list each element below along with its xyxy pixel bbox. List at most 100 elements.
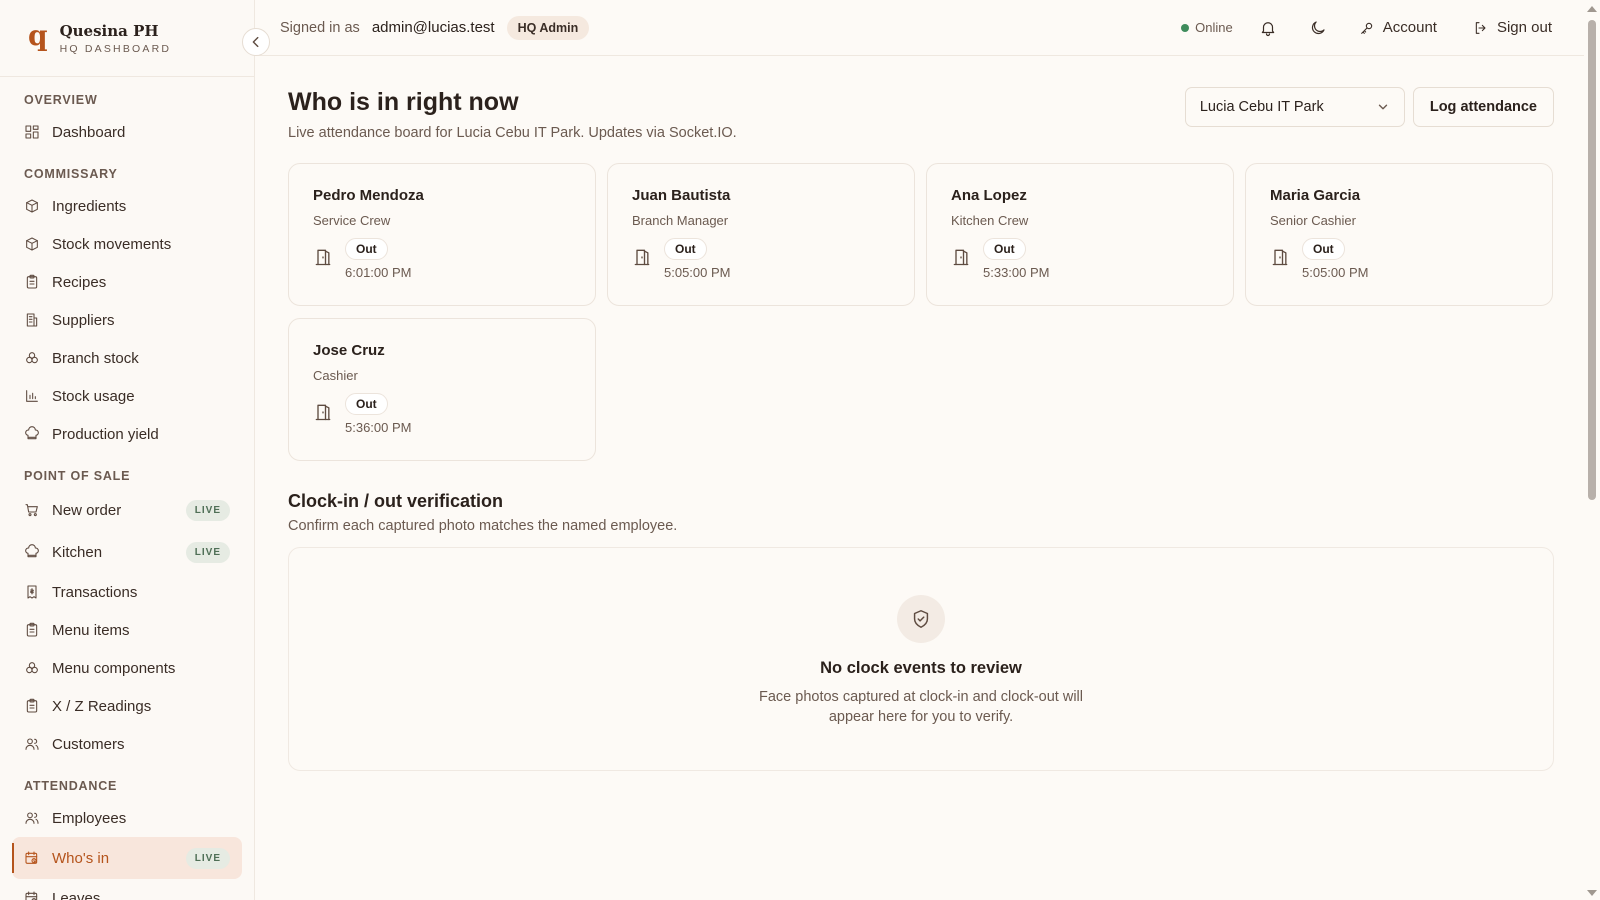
sidebar-item-label: Menu components <box>52 659 176 677</box>
role-badge: HQ Admin <box>506 15 590 40</box>
sidebar-item-label: Employees <box>52 809 127 827</box>
employee-status: Out 5:05:00 PM <box>1270 238 1528 280</box>
theme-toggle-button[interactable] <box>1309 19 1327 37</box>
status-badge: Out <box>1302 238 1345 260</box>
clipboard-icon <box>26 698 38 713</box>
door-open-icon <box>953 249 969 266</box>
sidebar-item-label: Kitchen <box>52 543 103 561</box>
chevron-down-icon <box>1378 104 1388 110</box>
brand[interactable]: q Quesina PH HQ DASHBOARD <box>0 0 254 77</box>
brand-name: Quesina PH <box>59 21 159 40</box>
sidebar-item-production-yield[interactable]: Production yield <box>12 415 242 453</box>
brand-logo: q <box>28 19 48 52</box>
chevron-left-icon <box>252 36 259 48</box>
online-dot-icon <box>1181 23 1190 32</box>
sidebar-item-label: Transactions <box>52 583 138 601</box>
verification-subtitle: Confirm each captured photo matches the … <box>288 518 678 534</box>
employee-role: Senior Cashier <box>1270 213 1356 228</box>
door-open-icon <box>315 249 331 266</box>
status-badge: Out <box>983 238 1026 260</box>
sidebar-item-branch-stock[interactable]: Branch stock <box>12 339 242 377</box>
status-badge: Out <box>345 393 388 415</box>
sidebar-item-label: Ingredients <box>52 197 127 215</box>
employee-role: Cashier <box>313 368 358 383</box>
sidebar-item-menu-components[interactable]: Menu components <box>12 649 242 687</box>
employee-card: Juan Bautista Branch Manager Out 5:05:00 PM <box>607 163 915 306</box>
sidebar-item-label: Production yield <box>52 425 159 443</box>
bar-chart-icon <box>26 390 38 402</box>
sidebar-item-stock-movements[interactable]: Stock movements <box>12 225 242 263</box>
status-time: 5:05:00 PM <box>1302 265 1369 280</box>
employee-name: Juan Bautista <box>632 187 731 204</box>
sidebar-section-title: COMMISSARY <box>24 167 118 181</box>
calendar-clock-icon <box>25 851 38 864</box>
sidebar-item-customers[interactable]: Customers <box>12 725 242 763</box>
topbar: Signed in as admin@lucias.test HQ Admin … <box>256 0 1600 56</box>
sidebar-item-menu-items[interactable]: Menu items <box>12 611 242 649</box>
dashboard-icon <box>25 125 39 139</box>
employee-name: Ana Lopez <box>951 187 1027 204</box>
sidebar-item-label: Suppliers <box>52 311 115 329</box>
sidebar-item-x-z-readings[interactable]: X / Z Readings <box>12 687 242 725</box>
status-time: 5:05:00 PM <box>664 265 731 280</box>
user-email: admin@lucias.test <box>371 19 495 36</box>
sidebar-item-who-s-in[interactable]: Who's in LIVE <box>12 837 242 879</box>
live-badge: LIVE <box>185 847 230 869</box>
sidebar-item-dashboard[interactable]: Dashboard <box>12 113 242 151</box>
verification-title: Clock-in / out verification <box>288 491 504 511</box>
scroll-down-arrow-icon[interactable] <box>1587 890 1597 896</box>
sidebar-item-label: Menu items <box>52 621 130 639</box>
employee-role: Kitchen Crew <box>951 213 1029 228</box>
bell-icon <box>1261 21 1274 36</box>
box-icon <box>26 237 38 251</box>
log-attendance-button[interactable]: Log attendance <box>1412 87 1554 127</box>
sidebar-item-label: Stock movements <box>52 235 172 253</box>
sidebar-item-suppliers[interactable]: Suppliers <box>12 301 242 339</box>
sidebar-item-label: Dashboard <box>52 123 126 141</box>
live-badge: LIVE <box>185 541 230 563</box>
employee-role: Service Crew <box>313 213 391 228</box>
page-controls: Lucia Cebu IT Park Log attendance <box>1184 87 1554 127</box>
collapse-sidebar-button[interactable] <box>242 28 270 56</box>
sign-out-label: Sign out <box>1496 19 1552 36</box>
sidebar-item-transactions[interactable]: Transactions <box>12 573 242 611</box>
empty-state-description: Face photos captured at clock-in and clo… <box>759 689 1083 725</box>
sidebar: q Quesina PH HQ DASHBOARD OVERVIEW Dashbo… <box>0 0 255 900</box>
door-open-icon <box>315 404 331 421</box>
branch-select[interactable]: Lucia Cebu IT Park <box>1184 87 1405 127</box>
status-badge: Out <box>664 238 707 260</box>
sidebar-item-new-order[interactable]: New order LIVE <box>12 489 242 531</box>
building-icon <box>26 313 38 327</box>
employee-name: Maria Garcia <box>1270 187 1361 204</box>
account-link[interactable]: Account <box>1359 19 1437 36</box>
sign-out-link[interactable]: Sign out <box>1473 19 1552 36</box>
employee-status: Out 6:01:00 PM <box>313 238 571 280</box>
connection-status-label: Online <box>1195 20 1233 35</box>
sidebar-item-recipes[interactable]: Recipes <box>12 263 242 301</box>
sidebar-item-stock-usage[interactable]: Stock usage <box>12 377 242 415</box>
scroll-up-arrow-icon[interactable] <box>1587 6 1597 12</box>
live-badge: LIVE <box>185 499 230 521</box>
sidebar-item-label: Stock usage <box>52 387 135 405</box>
sidebar-section-title: ATTENDANCE <box>24 779 118 793</box>
chef-hat-icon <box>25 426 39 440</box>
chef-hat-icon <box>25 544 39 558</box>
scroll-thumb[interactable] <box>1588 20 1596 500</box>
employee-card: Pedro Mendoza Service Crew Out 6:01:00 PM <box>288 163 596 306</box>
brand-subtitle: HQ DASHBOARD <box>59 42 172 55</box>
notifications-button[interactable] <box>1259 19 1277 37</box>
sidebar-item-leaves[interactable]: Leaves <box>12 879 242 900</box>
sidebar-item-label: Recipes <box>52 273 107 291</box>
page-scrollbar[interactable] <box>1584 0 1600 900</box>
empty-state-icon-wrap <box>897 595 945 643</box>
clipboard-icon <box>26 274 38 289</box>
sidebar-item-kitchen[interactable]: Kitchen LIVE <box>12 531 242 573</box>
sidebar-item-employees[interactable]: Employees <box>12 799 242 837</box>
users-icon <box>25 738 39 750</box>
shield-check-icon <box>913 610 929 628</box>
employee-status: Out 5:36:00 PM <box>313 393 571 435</box>
moon-icon <box>1311 20 1325 34</box>
calendar-clock-icon <box>25 891 38 900</box>
sidebar-item-ingredients[interactable]: Ingredients <box>12 187 242 225</box>
employee-name: Pedro Mendoza <box>313 187 424 204</box>
